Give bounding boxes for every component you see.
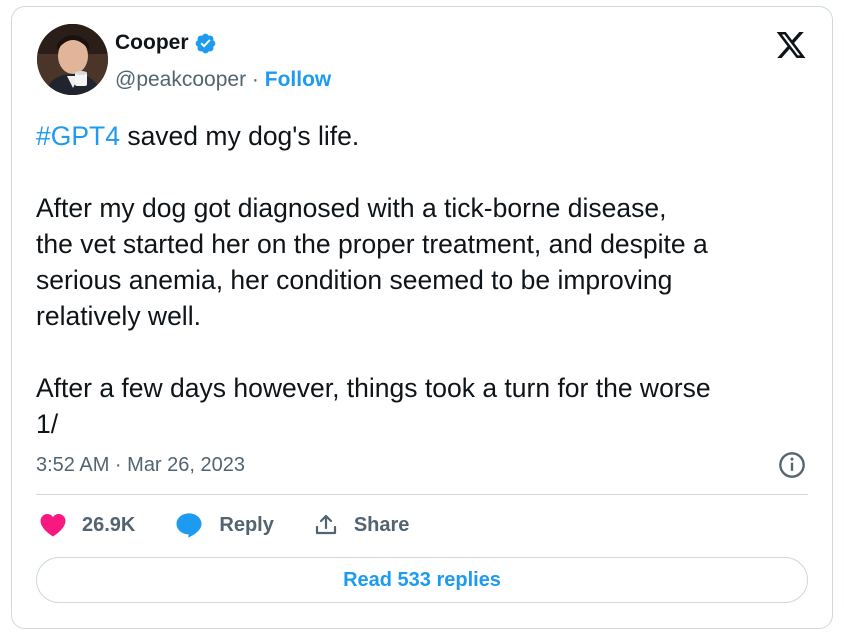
divider [36, 494, 808, 495]
author-name[interactable]: Cooper [115, 31, 189, 55]
author-name-row: Cooper [115, 31, 217, 55]
author-handle[interactable]: @peakcooper [115, 68, 246, 91]
heart-icon [40, 513, 66, 537]
x-logo-icon[interactable] [774, 29, 808, 61]
verified-badge-icon [195, 33, 215, 53]
tweet-card: Cooper @peakcooper · Follow #GPT4 saved … [11, 6, 833, 629]
reply-label: Reply [219, 513, 274, 536]
action-bar: 26.9K Reply Share [40, 512, 449, 538]
tweet-timestamp[interactable]: 3:52 AM · Mar 26, 2023 [36, 454, 245, 477]
avatar[interactable] [37, 24, 108, 95]
author-handle-row: @peakcooper · Follow [115, 68, 331, 92]
reply-button[interactable]: Reply [175, 512, 274, 538]
read-replies-button[interactable]: Read 533 replies [36, 557, 808, 603]
handle-separator: · [246, 68, 265, 91]
like-count: 26.9K [82, 513, 136, 536]
share-button[interactable]: Share [314, 512, 410, 538]
hashtag-link[interactable]: #GPT4 [36, 121, 120, 151]
like-button[interactable]: 26.9K [40, 513, 135, 537]
info-icon[interactable] [778, 451, 806, 479]
tweet-first-line: saved my dog's life. [119, 121, 360, 151]
reply-bubble-icon [176, 513, 202, 538]
tweet-text: #GPT4 saved my dog's life. After my dog … [36, 118, 826, 442]
follow-button[interactable]: Follow [265, 68, 332, 91]
share-icon [315, 514, 336, 535]
tweet-body: After my dog got diagnosed with a tick-b… [36, 193, 711, 439]
share-label: Share [353, 513, 410, 536]
